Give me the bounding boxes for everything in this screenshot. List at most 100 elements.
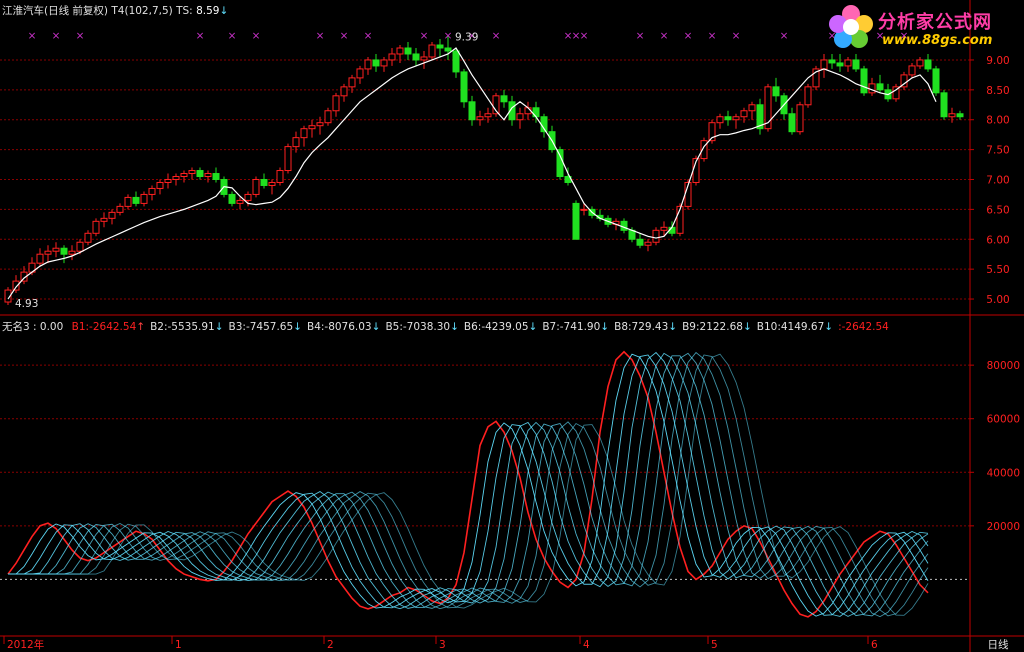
signal-marker: × bbox=[28, 30, 37, 42]
legend-arrow: ↓ bbox=[528, 321, 538, 333]
signal-marker: × bbox=[52, 30, 61, 42]
candle-body bbox=[772, 86, 780, 97]
signal-marker: × bbox=[492, 30, 501, 42]
price-annotation: 9.39 bbox=[455, 32, 478, 44]
candle-body bbox=[412, 53, 420, 61]
candle-body bbox=[300, 128, 308, 139]
y-tick-label: 6.50 bbox=[986, 204, 1009, 216]
candle-body bbox=[580, 208, 588, 211]
candle-body bbox=[740, 110, 748, 118]
y-tick-label: 40000 bbox=[987, 467, 1020, 479]
legend-label: B8: bbox=[614, 321, 632, 333]
candle-body bbox=[68, 250, 76, 255]
y-tick-label: 8.50 bbox=[986, 85, 1009, 97]
candle-body bbox=[828, 59, 836, 64]
x-tick-label: 5 bbox=[711, 639, 718, 651]
legend-item: B7:-741.90↓ bbox=[542, 321, 609, 333]
candle-body bbox=[252, 178, 260, 195]
legend-arrow: ↓ bbox=[450, 321, 459, 333]
legend-item: :-2642.54 bbox=[838, 321, 889, 333]
candle-body bbox=[956, 113, 964, 118]
candle-body bbox=[348, 77, 356, 88]
candle-body bbox=[396, 47, 404, 55]
candle-body bbox=[940, 92, 948, 118]
legend-arrow: ↓ bbox=[824, 321, 834, 333]
candle-body bbox=[916, 59, 924, 67]
x-tick-label: 4 bbox=[583, 639, 590, 651]
legend-label: B4: bbox=[306, 321, 325, 333]
candle-body bbox=[716, 116, 724, 124]
legend-value: -5535.91 bbox=[167, 321, 215, 333]
legend-arrow: ↓ bbox=[600, 321, 610, 333]
candle-body bbox=[172, 176, 180, 180]
candle-body bbox=[844, 59, 852, 67]
candle-body bbox=[132, 196, 140, 204]
ts-value: 8.59 bbox=[196, 5, 220, 17]
candle-body bbox=[260, 178, 268, 186]
candle-body bbox=[324, 110, 332, 124]
legend-value: -8076.03 bbox=[324, 321, 372, 333]
candle-body bbox=[404, 47, 412, 55]
price-annotations: 9.39 4.93 bbox=[15, 32, 478, 311]
candle-body bbox=[268, 181, 276, 186]
price-annotation: 4.93 bbox=[15, 298, 38, 310]
signal-marker: × bbox=[780, 30, 789, 42]
candle-body bbox=[276, 170, 284, 183]
x-tick-label: 2012年 bbox=[7, 638, 44, 651]
candle-body bbox=[364, 59, 372, 70]
candle-body bbox=[436, 44, 444, 49]
candle-body bbox=[732, 116, 740, 121]
y-tick-label: 7.00 bbox=[986, 174, 1009, 186]
signal-marker: × bbox=[684, 30, 693, 42]
candle-body bbox=[244, 193, 252, 201]
candle-body bbox=[388, 53, 396, 61]
logo-text: 分析家公式网 bbox=[878, 12, 992, 33]
indicator-name: T4(102,7,5) bbox=[111, 5, 173, 17]
candle-body bbox=[924, 59, 932, 70]
y-tick-label: 5.50 bbox=[986, 264, 1009, 276]
candle-body bbox=[284, 146, 292, 172]
candle-body bbox=[420, 56, 428, 61]
ts-line bbox=[7, 47, 937, 300]
chart-title: 江淮汽车(日线 前复权) T4(102,7,5) TS: 8.59↓ bbox=[2, 3, 228, 18]
y-tick-label: 20000 bbox=[987, 521, 1020, 533]
candle-body bbox=[948, 113, 956, 118]
candle-body bbox=[724, 116, 732, 121]
legend-value: -741.90 bbox=[559, 321, 601, 333]
candle-body bbox=[116, 205, 124, 213]
y-tick-label: 60000 bbox=[987, 414, 1020, 426]
legend-label: B1: bbox=[71, 321, 90, 333]
legend-label: B7: bbox=[542, 321, 560, 333]
candle-body bbox=[164, 178, 172, 183]
indicator-lines bbox=[7, 350, 929, 618]
candle-body bbox=[476, 116, 484, 121]
legend-value: 2122.68 bbox=[699, 321, 743, 333]
legend-arrow: ↓ bbox=[293, 321, 302, 333]
legend-value: 729.43 bbox=[631, 321, 669, 333]
period-label: 日线 bbox=[988, 638, 1009, 651]
y-tick-label: 7.50 bbox=[986, 145, 1009, 157]
signal-marker: × bbox=[228, 30, 237, 42]
candle-body bbox=[748, 104, 756, 112]
x-tick-label: 2 bbox=[327, 639, 334, 651]
stock-name: 江淮汽车(日线 前复权) bbox=[2, 5, 109, 17]
legend-item: B10:4149.67↓ bbox=[757, 321, 833, 333]
candle-body bbox=[380, 59, 388, 67]
signal-marker: × bbox=[364, 30, 373, 42]
candle-body bbox=[796, 104, 804, 133]
ts-line-path bbox=[7, 47, 937, 300]
legend-value: -4239.05 bbox=[481, 321, 529, 333]
indicator-title: 无名3 : 0.00 bbox=[2, 321, 64, 333]
legend-item: B2:-5535.91↓ bbox=[150, 321, 223, 333]
candle-body bbox=[316, 122, 324, 127]
candle-body bbox=[804, 86, 812, 106]
signal-marker: × bbox=[316, 30, 325, 42]
y-tick-label: 6.00 bbox=[986, 234, 1009, 246]
legend-arrow: ↓ bbox=[668, 321, 678, 333]
x-tick-label: 6 bbox=[871, 639, 878, 651]
legend-item: B1:-2642.54↑ bbox=[72, 321, 145, 333]
signal-marker: × bbox=[708, 30, 717, 42]
candle-body bbox=[76, 241, 84, 252]
legend-value: -7038.30 bbox=[402, 321, 451, 333]
candle-body bbox=[860, 68, 868, 94]
